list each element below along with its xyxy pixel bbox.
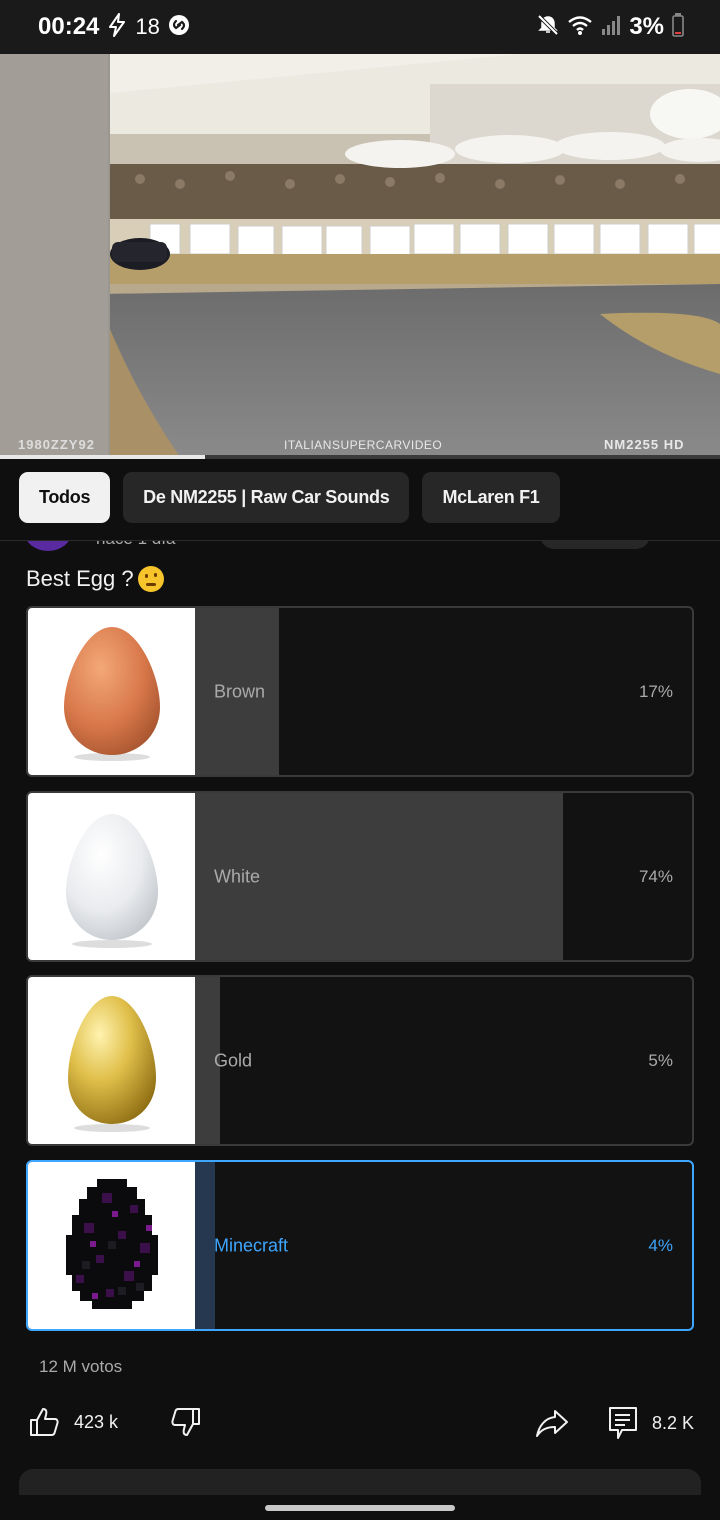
- gold-egg-image: [28, 977, 195, 1144]
- status-right: 3%: [537, 13, 684, 41]
- poll-option-label: Brown: [214, 681, 266, 701]
- status-temperature: 18: [135, 14, 160, 39]
- comment-count: 8.2 K: [652, 1412, 695, 1433]
- vote-count: 12 M votos: [39, 1357, 123, 1376]
- poll-option-label: White: [214, 866, 261, 886]
- post-title: Best Egg ?: [26, 566, 164, 592]
- shazam-icon: [168, 14, 190, 40]
- action-bar: 423 k 8.2 K: [0, 1400, 720, 1448]
- poll-option-body: Brown 17%: [195, 608, 692, 775]
- comments-button[interactable]: 8.2 K: [608, 1406, 694, 1440]
- chip-mclaren[interactable]: McLaren F1: [422, 472, 560, 523]
- battery-icon: [672, 13, 684, 41]
- chip-channel[interactable]: De NM2255 | Raw Car Sounds: [123, 472, 410, 523]
- poll-option-body: White 74%: [195, 793, 692, 960]
- watermark-right: NM2255 HD: [604, 437, 685, 452]
- thumbs-up-icon: [28, 1406, 60, 1438]
- poll-option-gold[interactable]: Gold 5%: [26, 975, 694, 1146]
- dislike-button[interactable]: [170, 1406, 202, 1438]
- poll-option-body: Gold 5%: [195, 977, 692, 1144]
- mute-icon: [537, 14, 559, 40]
- poll-option-percent: 4%: [648, 1235, 673, 1255]
- like-button[interactable]: 423 k: [28, 1406, 118, 1438]
- video-player[interactable]: 1980ZZY92 ITALIANSUPERCARVIDEO NM2255 HD: [0, 54, 720, 457]
- poll-result-bar: [195, 1162, 215, 1329]
- poll-option-label: Gold: [214, 1050, 253, 1070]
- poll-option-white[interactable]: White 74%: [26, 791, 694, 962]
- comment-icon: [608, 1406, 638, 1440]
- chip-todos[interactable]: Todos: [19, 472, 111, 523]
- video-progress-fill: [0, 455, 206, 459]
- like-count: 423 k: [74, 1411, 119, 1432]
- thumbs-down-icon: [170, 1406, 202, 1438]
- share-icon: [535, 1408, 569, 1438]
- share-button[interactable]: [535, 1408, 569, 1438]
- status-time: 00:24: [38, 13, 100, 40]
- battery-percent: 3%: [629, 13, 664, 40]
- subscribe-button[interactable]: [540, 541, 650, 549]
- filter-chips: Todos De NM2255 | Raw Car Sounds McLaren…: [0, 472, 720, 524]
- wifi-icon: [567, 14, 593, 40]
- poll-option-body: Minecraft 4%: [195, 1162, 692, 1329]
- poll-option-percent: 17%: [638, 681, 673, 701]
- watermark-center: ITALIANSUPERCARVIDEO: [284, 438, 442, 452]
- avatar[interactable]: [24, 541, 72, 551]
- poll-option-label: Minecraft: [214, 1235, 289, 1255]
- post-title-text: Best Egg ?: [26, 566, 134, 591]
- poll-option-brown[interactable]: Brown 17%: [26, 606, 694, 777]
- status-bar: 00:24 18 3%: [0, 0, 720, 54]
- video-progress-bar[interactable]: [0, 455, 720, 459]
- signal-icon: [601, 14, 621, 40]
- status-left: 00:24 18: [38, 13, 190, 41]
- poll-option-minecraft[interactable]: Minecraft 4%: [26, 1160, 694, 1331]
- flash-icon: [107, 13, 127, 41]
- post-time: hace 1 día: [96, 541, 175, 549]
- home-indicator[interactable]: [265, 1505, 455, 1511]
- post-header: hace 1 día: [0, 541, 720, 553]
- watermark-left: 1980ZZY92: [18, 437, 95, 452]
- poll-option-percent: 5%: [648, 1050, 673, 1070]
- brown-egg-image: [28, 608, 195, 775]
- white-egg-image: [28, 793, 195, 960]
- thinking-face-emoji-icon: [137, 566, 164, 592]
- video-frame: 1980ZZY92 ITALIANSUPERCARVIDEO NM2255 HD: [0, 54, 720, 457]
- minecraft-egg-image: [28, 1162, 195, 1329]
- poll-option-percent: 74%: [638, 866, 673, 886]
